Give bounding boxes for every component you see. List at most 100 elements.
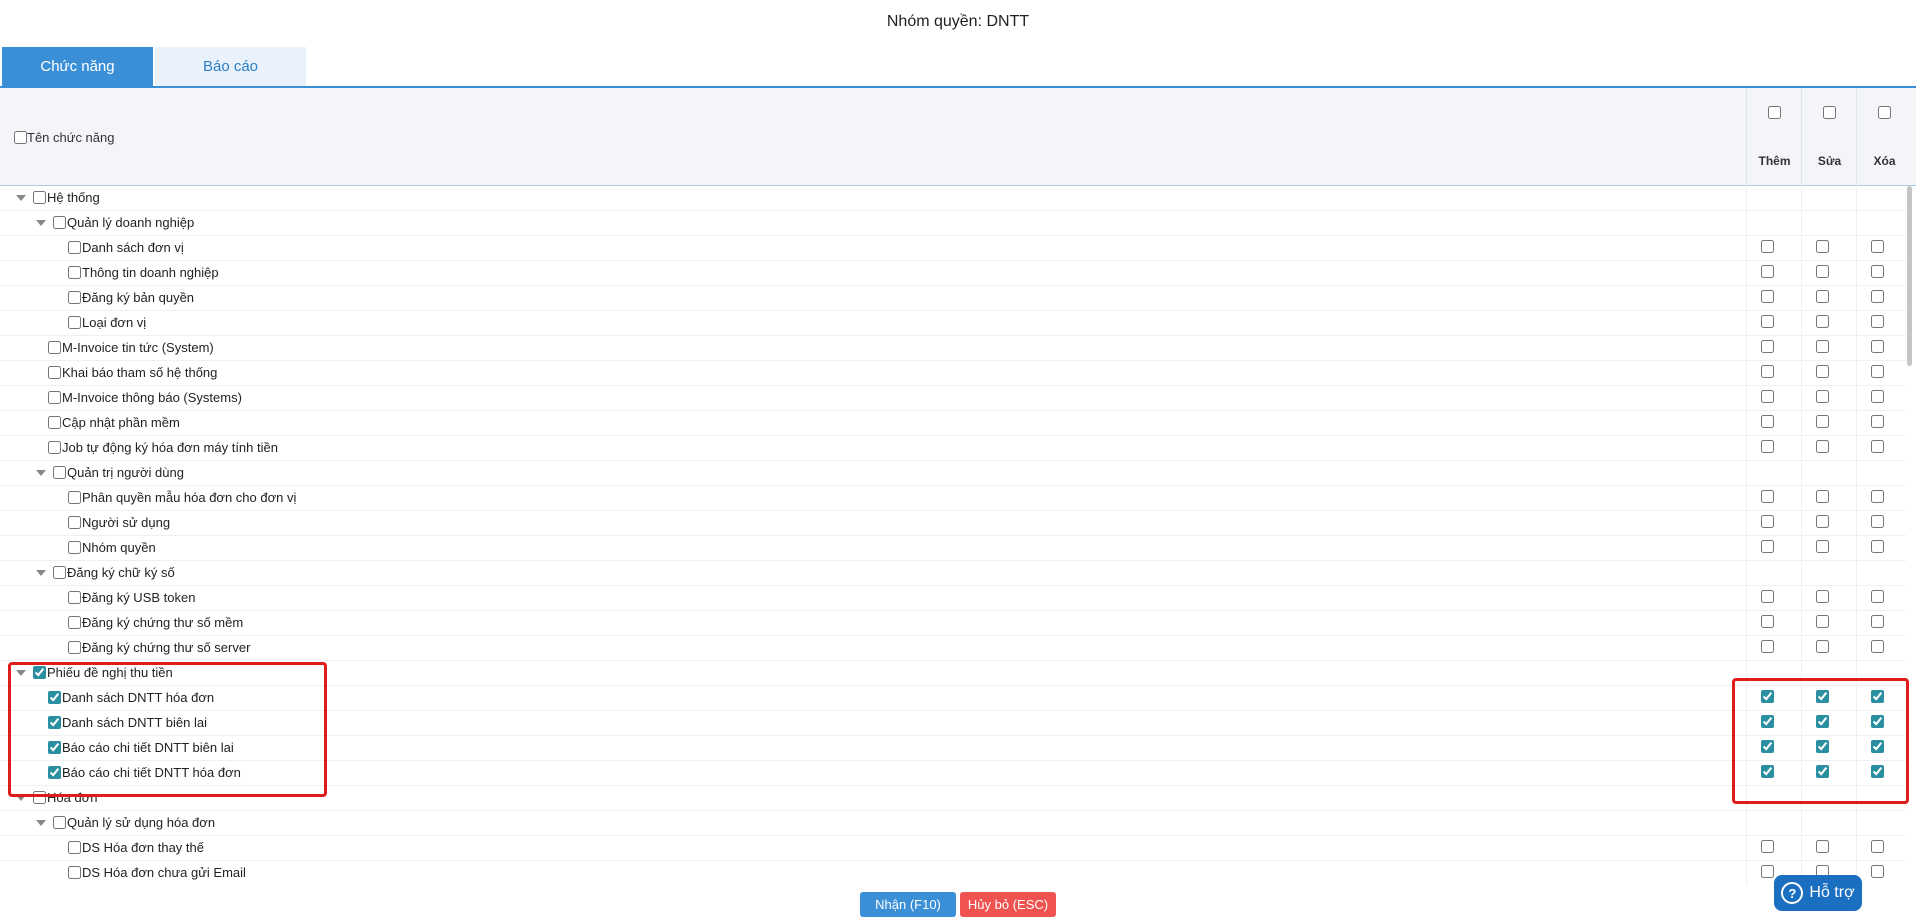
row-checkbox[interactable] bbox=[68, 591, 81, 604]
add-permission-checkbox[interactable] bbox=[1761, 290, 1774, 303]
edit-permission-checkbox[interactable] bbox=[1816, 615, 1829, 628]
delete-permission-checkbox[interactable] bbox=[1871, 440, 1884, 453]
delete-permission-checkbox[interactable] bbox=[1871, 415, 1884, 428]
add-permission-checkbox[interactable] bbox=[1761, 490, 1774, 503]
expand-arrow-icon[interactable] bbox=[16, 194, 26, 201]
edit-permission-checkbox[interactable] bbox=[1816, 590, 1829, 603]
row-checkbox[interactable] bbox=[68, 516, 81, 529]
row-checkbox[interactable] bbox=[53, 816, 66, 829]
cancel-button[interactable]: Hủy bỏ (ESC) bbox=[960, 892, 1056, 917]
tree-row-label-group: Cập nhật phần mềm bbox=[48, 410, 180, 435]
add-permission-checkbox[interactable] bbox=[1761, 515, 1774, 528]
edit-permission-checkbox[interactable] bbox=[1816, 390, 1829, 403]
expand-arrow-icon[interactable] bbox=[36, 569, 46, 576]
add-permission-checkbox[interactable] bbox=[1761, 265, 1774, 278]
header-col-delete: Xóa bbox=[1856, 88, 1912, 185]
edit-permission-checkbox[interactable] bbox=[1816, 490, 1829, 503]
delete-permission-checkbox[interactable] bbox=[1871, 265, 1884, 278]
ok-button[interactable]: Nhận (F10) bbox=[860, 892, 956, 917]
edit-permission-checkbox[interactable] bbox=[1816, 240, 1829, 253]
select-all-delete-checkbox[interactable] bbox=[1878, 106, 1891, 119]
delete-permission-checkbox[interactable] bbox=[1871, 515, 1884, 528]
edit-permission-checkbox[interactable] bbox=[1816, 840, 1829, 853]
add-permission-checkbox[interactable] bbox=[1761, 840, 1774, 853]
row-checkbox[interactable] bbox=[33, 191, 46, 204]
edit-permission-checkbox[interactable] bbox=[1816, 415, 1829, 428]
tree-row: Quản lý sử dụng hóa đơn bbox=[0, 810, 1906, 836]
add-permission-checkbox[interactable] bbox=[1761, 540, 1774, 553]
add-permission-checkbox[interactable] bbox=[1761, 390, 1774, 403]
row-checkbox[interactable] bbox=[48, 441, 61, 454]
cell-add bbox=[1746, 610, 1802, 635]
select-all-checkbox[interactable] bbox=[14, 131, 27, 144]
tree-row: Quản trị người dùng bbox=[0, 460, 1906, 486]
cell-delete bbox=[1856, 860, 1912, 885]
row-checkbox[interactable] bbox=[68, 866, 81, 879]
delete-permission-checkbox[interactable] bbox=[1871, 290, 1884, 303]
tree-row-label-group: DS Hóa đơn chưa gửi Email bbox=[68, 860, 246, 885]
add-permission-checkbox[interactable] bbox=[1761, 315, 1774, 328]
expand-arrow-icon[interactable] bbox=[36, 469, 46, 476]
help-label: Hỗ trợ bbox=[1809, 884, 1855, 901]
tree-row: Cập nhật phần mềm bbox=[0, 410, 1906, 436]
expand-arrow-icon[interactable] bbox=[36, 219, 46, 226]
delete-permission-checkbox[interactable] bbox=[1871, 240, 1884, 253]
add-permission-checkbox[interactable] bbox=[1761, 415, 1774, 428]
row-checkbox[interactable] bbox=[68, 616, 81, 629]
edit-permission-checkbox[interactable] bbox=[1816, 540, 1829, 553]
row-checkbox[interactable] bbox=[68, 241, 81, 254]
delete-permission-checkbox[interactable] bbox=[1871, 490, 1884, 503]
row-checkbox[interactable] bbox=[53, 216, 66, 229]
delete-permission-checkbox[interactable] bbox=[1871, 640, 1884, 653]
edit-permission-checkbox[interactable] bbox=[1816, 640, 1829, 653]
cell-edit bbox=[1801, 485, 1857, 510]
edit-permission-checkbox[interactable] bbox=[1816, 340, 1829, 353]
delete-permission-checkbox[interactable] bbox=[1871, 615, 1884, 628]
row-checkbox[interactable] bbox=[68, 641, 81, 654]
edit-permission-checkbox[interactable] bbox=[1816, 440, 1829, 453]
row-checkbox[interactable] bbox=[48, 391, 61, 404]
delete-permission-checkbox[interactable] bbox=[1871, 390, 1884, 403]
expand-arrow-icon[interactable] bbox=[36, 819, 46, 826]
row-checkbox[interactable] bbox=[68, 266, 81, 279]
cell-edit bbox=[1801, 310, 1857, 335]
delete-permission-checkbox[interactable] bbox=[1871, 340, 1884, 353]
tab-bao-cao[interactable]: Báo cáo bbox=[155, 47, 306, 87]
row-checkbox[interactable] bbox=[68, 841, 81, 854]
row-checkbox[interactable] bbox=[53, 466, 66, 479]
select-all-add-checkbox[interactable] bbox=[1768, 106, 1781, 119]
add-permission-checkbox[interactable] bbox=[1761, 590, 1774, 603]
add-permission-checkbox[interactable] bbox=[1761, 365, 1774, 378]
edit-permission-checkbox[interactable] bbox=[1816, 265, 1829, 278]
row-checkbox[interactable] bbox=[53, 566, 66, 579]
row-checkbox[interactable] bbox=[68, 491, 81, 504]
add-permission-checkbox[interactable] bbox=[1761, 240, 1774, 253]
edit-permission-checkbox[interactable] bbox=[1816, 290, 1829, 303]
row-checkbox[interactable] bbox=[48, 416, 61, 429]
edit-permission-checkbox[interactable] bbox=[1816, 365, 1829, 378]
edit-permission-checkbox[interactable] bbox=[1816, 315, 1829, 328]
add-permission-checkbox[interactable] bbox=[1761, 615, 1774, 628]
delete-permission-checkbox[interactable] bbox=[1871, 840, 1884, 853]
add-permission-checkbox[interactable] bbox=[1761, 440, 1774, 453]
select-all-edit-checkbox[interactable] bbox=[1823, 106, 1836, 119]
help-button[interactable]: ? Hỗ trợ bbox=[1774, 875, 1862, 911]
tree-row: Quản lý doanh nghiệp bbox=[0, 210, 1906, 236]
delete-permission-checkbox[interactable] bbox=[1871, 540, 1884, 553]
delete-permission-checkbox[interactable] bbox=[1871, 365, 1884, 378]
row-checkbox[interactable] bbox=[68, 291, 81, 304]
header-col-edit: Sửa bbox=[1801, 88, 1857, 185]
add-permission-checkbox[interactable] bbox=[1761, 340, 1774, 353]
delete-permission-checkbox[interactable] bbox=[1871, 590, 1884, 603]
row-checkbox[interactable] bbox=[48, 341, 61, 354]
row-checkbox[interactable] bbox=[68, 316, 81, 329]
scrollbar-thumb[interactable] bbox=[1907, 186, 1912, 366]
row-checkbox[interactable] bbox=[68, 541, 81, 554]
delete-permission-checkbox[interactable] bbox=[1871, 865, 1884, 878]
row-checkbox[interactable] bbox=[48, 366, 61, 379]
delete-permission-checkbox[interactable] bbox=[1871, 315, 1884, 328]
tab-chuc-nang[interactable]: Chức năng bbox=[2, 47, 153, 87]
add-permission-checkbox[interactable] bbox=[1761, 865, 1774, 878]
add-permission-checkbox[interactable] bbox=[1761, 640, 1774, 653]
edit-permission-checkbox[interactable] bbox=[1816, 515, 1829, 528]
